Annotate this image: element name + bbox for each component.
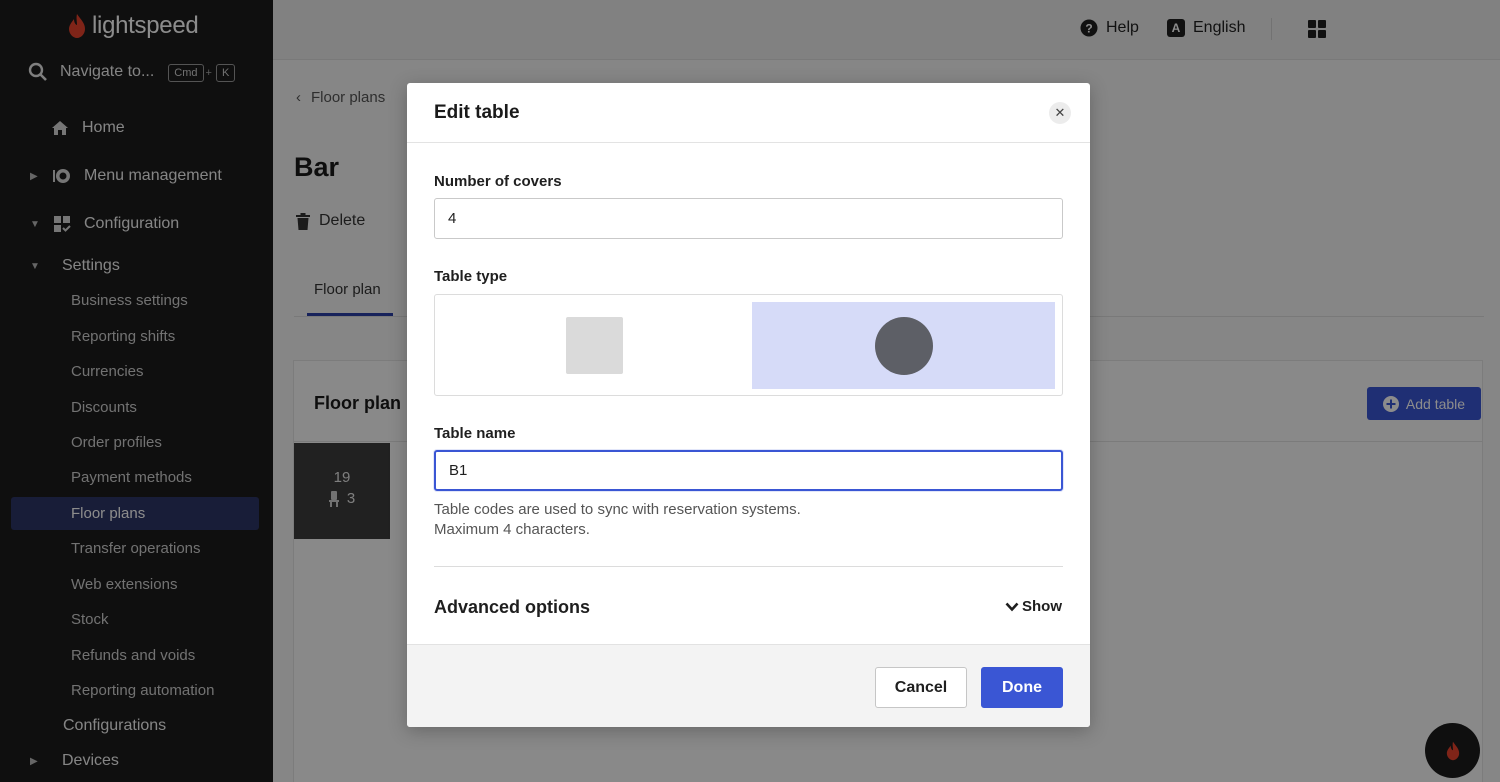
- done-button[interactable]: Done: [981, 667, 1063, 708]
- chevron-down-icon: [1005, 602, 1019, 611]
- cancel-button[interactable]: Cancel: [875, 667, 967, 708]
- help-line-1: Table codes are used to sync with reserv…: [434, 501, 801, 518]
- table-name-input[interactable]: [434, 450, 1063, 491]
- table-name-help: Table codes are used to sync with reserv…: [434, 500, 801, 540]
- round-table-shape: [874, 316, 933, 375]
- table-type-round-option[interactable]: [752, 302, 1055, 389]
- table-type-square-option[interactable]: [441, 302, 747, 389]
- close-button[interactable]: ✕: [1049, 102, 1071, 124]
- dialog-footer: Cancel Done: [407, 644, 1090, 727]
- advanced-toggle-label: Show: [1022, 598, 1062, 615]
- square-table-shape: [565, 317, 623, 374]
- dialog-title: Edit table: [434, 102, 520, 123]
- covers-input[interactable]: [434, 198, 1063, 239]
- close-icon: ✕: [1054, 105, 1066, 120]
- edit-table-dialog: Edit table ✕ Number of covers Table type…: [407, 83, 1090, 727]
- advanced-options-title: Advanced options: [434, 597, 591, 617]
- table-type-selector: [434, 294, 1063, 396]
- covers-label: Number of covers: [434, 173, 562, 190]
- table-name-label: Table name: [434, 425, 516, 442]
- dialog-header: Edit table ✕: [407, 83, 1090, 143]
- advanced-divider: [434, 566, 1063, 567]
- table-type-label: Table type: [434, 268, 508, 285]
- help-line-2: Maximum 4 characters.: [434, 521, 590, 538]
- advanced-options-toggle[interactable]: Show: [1005, 598, 1062, 615]
